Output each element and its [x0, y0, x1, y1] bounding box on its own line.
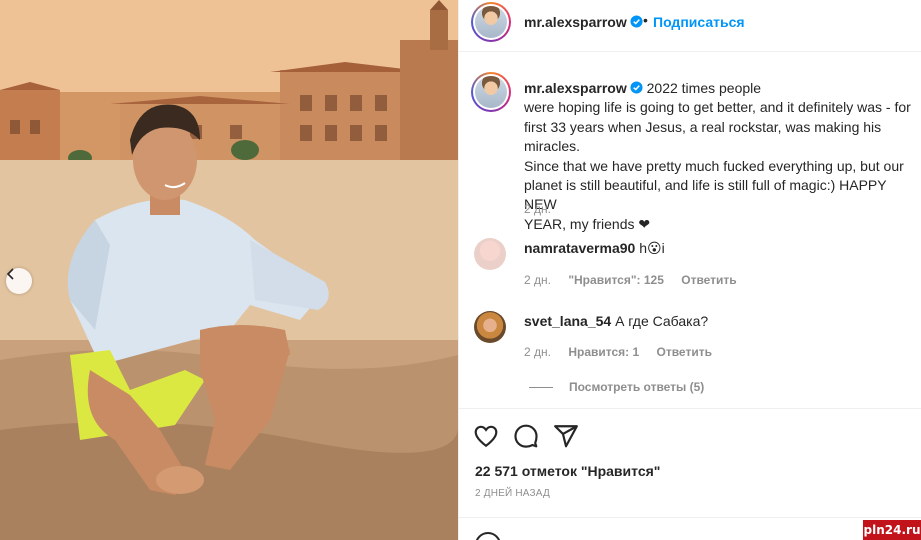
add-comment-bar [459, 517, 921, 540]
heart-icon[interactable] [473, 423, 499, 449]
comment-text: svet_lana_54 А где Сабака? [524, 313, 708, 329]
post-photo[interactable] [0, 0, 458, 540]
author-username[interactable]: mr.alexsparrow [524, 14, 643, 30]
author-avatar[interactable] [471, 2, 511, 42]
comment-likes[interactable]: Нравится: 1 [568, 345, 639, 359]
comment-timestamp[interactable]: 2 дн. [524, 345, 551, 359]
caption-first-line: 2022 times people [646, 80, 762, 96]
post-date[interactable]: 2 ДНЕЙ НАЗАД [475, 488, 550, 499]
commenter-username[interactable]: namrataverma90 [524, 240, 635, 256]
post-details-panel: mr.alexsparrow • Подписаться mr.alexspar… [458, 0, 921, 540]
comment-body: h😮i [639, 240, 665, 256]
follow-button[interactable]: Подписаться [653, 14, 745, 30]
comment-timestamp[interactable]: 2 дн. [524, 273, 551, 287]
post-header: mr.alexsparrow • Подписаться [459, 0, 921, 52]
comment-meta: 2 дн. "Нравится": 125 Ответить [524, 273, 751, 287]
author-username-text: mr.alexsparrow [524, 14, 627, 30]
replies-divider [529, 386, 553, 388]
comment-text: namrataverma90 h😮i [524, 240, 665, 257]
post-actions-bar [459, 408, 921, 460]
comment-meta: 2 дн. Нравится: 1 Ответить [524, 345, 726, 359]
emoji-icon[interactable] [475, 532, 501, 540]
watermark-logo: pln24.ru [863, 520, 921, 540]
reply-button[interactable]: Ответить [681, 273, 736, 287]
share-icon[interactable] [553, 423, 579, 449]
likes-count[interactable]: 22 571 отметок "Нравится" [475, 463, 660, 479]
commenter-avatar[interactable] [474, 238, 506, 270]
caption-username-text: mr.alexsparrow [524, 80, 627, 96]
caption-text: mr.alexsparrow 2022 times people were ho… [524, 79, 921, 234]
caption-author-username[interactable]: mr.alexsparrow [524, 80, 643, 96]
comment-likes[interactable]: "Нравится": 125 [568, 273, 664, 287]
caption-timestamp[interactable]: 2 дн. [524, 202, 551, 216]
comment-icon[interactable] [513, 423, 539, 449]
view-replies-button[interactable]: Посмотреть ответы (5) [529, 380, 704, 394]
caption-body: were hoping life is going to get better,… [524, 99, 911, 232]
view-replies-label: Посмотреть ответы (5) [569, 380, 705, 394]
carousel-prev-button[interactable] [6, 268, 32, 294]
commenter-username[interactable]: svet_lana_54 [524, 313, 611, 329]
reply-button[interactable]: Ответить [657, 345, 712, 359]
verified-badge-icon [630, 15, 643, 28]
chevron-left-icon [6, 268, 14, 280]
commenter-avatar[interactable] [474, 311, 506, 343]
verified-badge-icon [630, 81, 643, 94]
beach-photo-illustration [0, 0, 458, 540]
comment-body: А где Сабака? [615, 313, 709, 329]
separator-dot: • [643, 12, 648, 28]
caption-author-avatar[interactable] [471, 72, 511, 112]
